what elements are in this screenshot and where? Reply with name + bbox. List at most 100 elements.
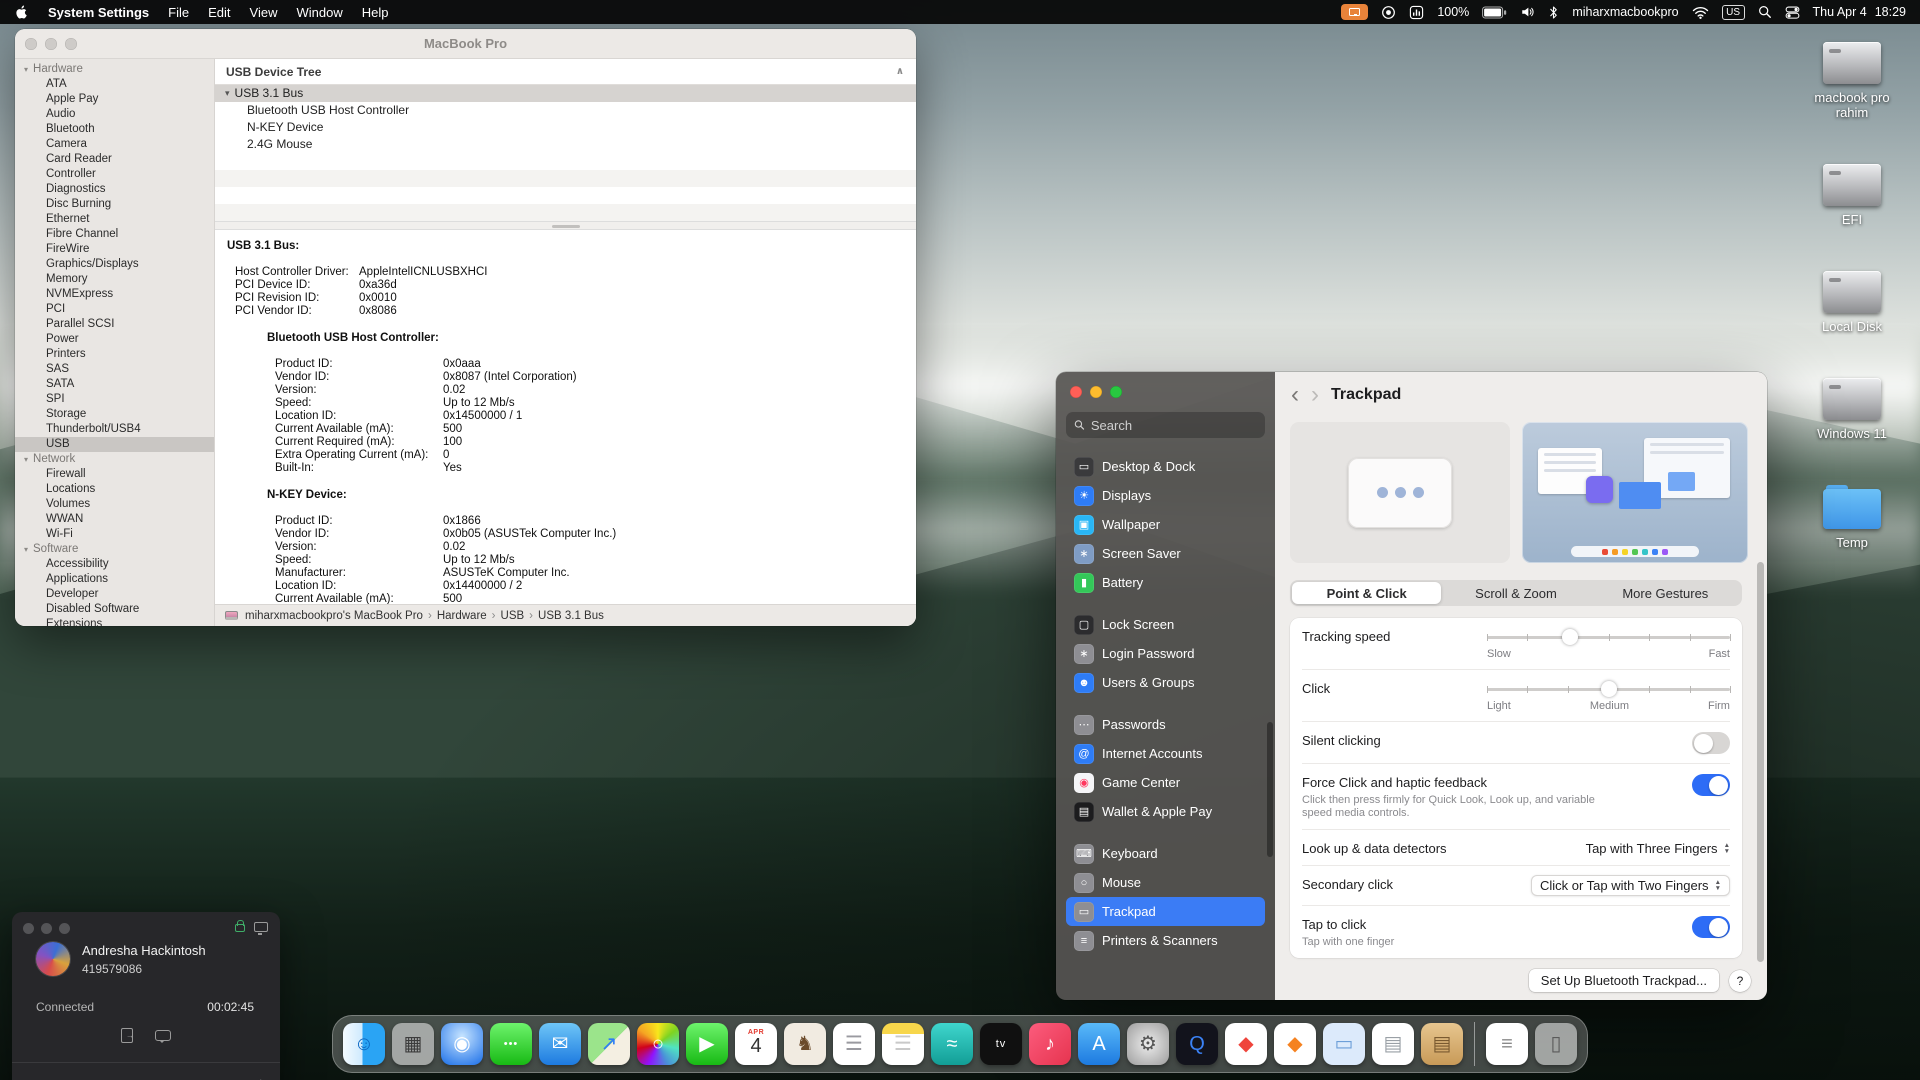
sidebar-item-controller[interactable]: Controller bbox=[15, 167, 214, 182]
dock-item-trash[interactable]: ▯ bbox=[1535, 1023, 1577, 1065]
content-scrollbar[interactable] bbox=[1757, 562, 1764, 962]
wifi-icon[interactable] bbox=[1692, 6, 1709, 19]
sidebar-item-sata[interactable]: SATA bbox=[15, 377, 214, 392]
sidebar-item-usb[interactable]: USB bbox=[15, 437, 214, 452]
sidebar-item-diagnostics[interactable]: Diagnostics bbox=[15, 182, 214, 197]
dock-item-installer[interactable]: ◆ bbox=[1274, 1023, 1316, 1065]
sidebar-item-disc-burning[interactable]: Disc Burning bbox=[15, 197, 214, 212]
usb-device-tree-header[interactable]: USB Device Tree ∧ bbox=[215, 59, 916, 85]
close-button[interactable] bbox=[25, 38, 37, 50]
sidebar-item-keyboard[interactable]: ⌨Keyboard bbox=[1066, 839, 1265, 868]
click-firmness-slider[interactable] bbox=[1487, 681, 1730, 697]
tab-more-gestures[interactable]: More Gestures bbox=[1591, 582, 1740, 604]
sidebar-item-mouse[interactable]: ○Mouse bbox=[1066, 868, 1265, 897]
sidebar-section-software[interactable]: ▾Software bbox=[15, 542, 214, 557]
apple-menu-icon[interactable] bbox=[14, 4, 29, 20]
battery-icon[interactable] bbox=[1482, 6, 1507, 19]
disclosure-triangle[interactable]: ▾ bbox=[225, 85, 230, 102]
dock-item-voice-wave[interactable]: ≈ bbox=[931, 1023, 973, 1065]
tab-scroll-zoom[interactable]: Scroll & Zoom bbox=[1441, 582, 1590, 604]
screen-recording-badge[interactable] bbox=[1341, 4, 1368, 20]
gesture-video-preview[interactable] bbox=[1522, 422, 1748, 563]
sidebar-item-volumes[interactable]: Volumes bbox=[15, 497, 214, 512]
dock-item-messages[interactable]: ••• bbox=[490, 1023, 532, 1065]
sidebar-item-battery[interactable]: ▮Battery bbox=[1066, 568, 1265, 597]
dock-item-launchpad[interactable]: ▦ bbox=[392, 1023, 434, 1065]
zoom-button[interactable] bbox=[1110, 386, 1122, 398]
sidebar-item-screen-saver[interactable]: ∗Screen Saver bbox=[1066, 539, 1265, 568]
sidebar-section-network[interactable]: ▾Network bbox=[15, 452, 214, 467]
menu-view[interactable]: View bbox=[250, 5, 278, 20]
sidebar-item-memory[interactable]: Memory bbox=[15, 272, 214, 287]
sidebar-item-nvmexpress[interactable]: NVMExpress bbox=[15, 287, 214, 302]
dock-item-reminders[interactable]: ☰ bbox=[833, 1023, 875, 1065]
dock-item-virtual-machine[interactable]: ▭ bbox=[1323, 1023, 1365, 1065]
sidebar-item-ethernet[interactable]: Ethernet bbox=[15, 212, 214, 227]
sidebar-item-wallpaper[interactable]: ▣Wallpaper bbox=[1066, 510, 1265, 539]
back-button[interactable]: ‹ bbox=[1291, 385, 1299, 405]
sidebar-item-accessibility[interactable]: Accessibility bbox=[15, 557, 214, 572]
sidebar-item-apple-pay[interactable]: Apple Pay bbox=[15, 92, 214, 107]
sidebar-item-internet-accounts[interactable]: @Internet Accounts bbox=[1066, 739, 1265, 768]
silent-clicking-toggle[interactable] bbox=[1692, 732, 1730, 754]
splitter-handle[interactable] bbox=[215, 221, 916, 230]
dock-item-chess[interactable]: ♞ bbox=[784, 1023, 826, 1065]
tree-row-n-key-device[interactable]: N-KEY Device bbox=[215, 119, 916, 136]
sidebar-item-trackpad[interactable]: ▭Trackpad bbox=[1066, 897, 1265, 926]
sidebar-item-graphics-displays[interactable]: Graphics/Displays bbox=[15, 257, 214, 272]
dock-item-finder[interactable]: ☺ bbox=[343, 1023, 385, 1065]
dock-item-music[interactable]: ♪ bbox=[1029, 1023, 1071, 1065]
secondary-click-popup[interactable]: Click or Tap with Two Fingers ▲▼ bbox=[1531, 875, 1730, 896]
file-transfer-icon[interactable] bbox=[121, 1028, 133, 1043]
sidebar-item-power[interactable]: Power bbox=[15, 332, 214, 347]
zoom-button[interactable] bbox=[65, 38, 77, 50]
session-selector[interactable]: Previous Session ▲▼ bbox=[12, 1062, 280, 1080]
sidebar-item-camera[interactable]: Camera bbox=[15, 137, 214, 152]
dock-item-archive-utility[interactable]: ▤ bbox=[1421, 1023, 1463, 1065]
desktop-icon-local-disk[interactable]: Local Disk bbox=[1822, 271, 1882, 334]
sidebar-item-printers[interactable]: Printers bbox=[15, 347, 214, 362]
sidebar-item-firewire[interactable]: FireWire bbox=[15, 242, 214, 257]
tab-point-click[interactable]: Point & Click bbox=[1292, 582, 1441, 604]
dock-item-photos[interactable]: ○ bbox=[637, 1023, 679, 1065]
breadcrumb-item[interactable]: miharxmacbookpro's MacBook Pro bbox=[245, 610, 423, 622]
sidebar-item-passwords[interactable]: ⋯Passwords bbox=[1066, 710, 1265, 739]
device-name[interactable]: miharxmacbookpro bbox=[1572, 5, 1678, 19]
minimize-button[interactable] bbox=[41, 923, 52, 934]
desktop-icon-macbook-pro-rahim[interactable]: macbook pro rahim bbox=[1802, 42, 1902, 120]
sidebar-item-printers-scanners[interactable]: ≡Printers & Scanners bbox=[1066, 926, 1265, 955]
dock-item-system-settings[interactable]: ⚙ bbox=[1127, 1023, 1169, 1065]
dock-item-calendar[interactable]: APR4 bbox=[735, 1023, 777, 1065]
sidebar-item-extensions[interactable]: Extensions bbox=[15, 617, 214, 626]
slider-thumb[interactable] bbox=[1601, 681, 1617, 697]
dock-item-notes[interactable]: ☰ bbox=[882, 1023, 924, 1065]
dock-item-maps[interactable]: ↗ bbox=[588, 1023, 630, 1065]
sidebar-item-spi[interactable]: SPI bbox=[15, 392, 214, 407]
tree-row-usb-3-1-bus[interactable]: ▾USB 3.1 Bus bbox=[215, 85, 916, 102]
close-button[interactable] bbox=[1070, 386, 1082, 398]
menu-edit[interactable]: Edit bbox=[208, 5, 230, 20]
desktop-icon-efi[interactable]: EFI bbox=[1823, 164, 1881, 227]
stats-icon[interactable] bbox=[1409, 5, 1424, 20]
sidebar-item-applications[interactable]: Applications bbox=[15, 572, 214, 587]
menu-bar-clock[interactable]: Thu Apr 4 18:29 bbox=[1813, 5, 1906, 19]
dock-item-anydesk[interactable]: ◆ bbox=[1225, 1023, 1267, 1065]
minimize-button[interactable] bbox=[1090, 386, 1102, 398]
sidebar-item-bluetooth[interactable]: Bluetooth bbox=[15, 122, 214, 137]
sidebar-item-storage[interactable]: Storage bbox=[15, 407, 214, 422]
sidebar-item-disabled-software[interactable]: Disabled Software bbox=[15, 602, 214, 617]
dock-item-mail[interactable]: ✉ bbox=[539, 1023, 581, 1065]
help-button[interactable]: ? bbox=[1729, 970, 1751, 992]
sidebar-item-developer[interactable]: Developer bbox=[15, 587, 214, 602]
sidebar-item-displays[interactable]: ☀Displays bbox=[1066, 481, 1265, 510]
sidebar-item-card-reader[interactable]: Card Reader bbox=[15, 152, 214, 167]
screen-recording-stop-icon[interactable] bbox=[1381, 5, 1396, 20]
sidebar-item-login-password[interactable]: ∗Login Password bbox=[1066, 639, 1265, 668]
sidebar-item-wwan[interactable]: WWAN bbox=[15, 512, 214, 527]
tree-row-bluetooth-usb-host-controller[interactable]: Bluetooth USB Host Controller bbox=[215, 102, 916, 119]
dock-item-facetime[interactable]: ▶ bbox=[686, 1023, 728, 1065]
sidebar-item-lock-screen[interactable]: ▢Lock Screen bbox=[1066, 610, 1265, 639]
tracking-speed-slider[interactable] bbox=[1487, 629, 1730, 645]
breadcrumb-item[interactable]: USB bbox=[501, 610, 525, 622]
sidebar-item-desktop-dock[interactable]: ▭Desktop & Dock bbox=[1066, 452, 1265, 481]
